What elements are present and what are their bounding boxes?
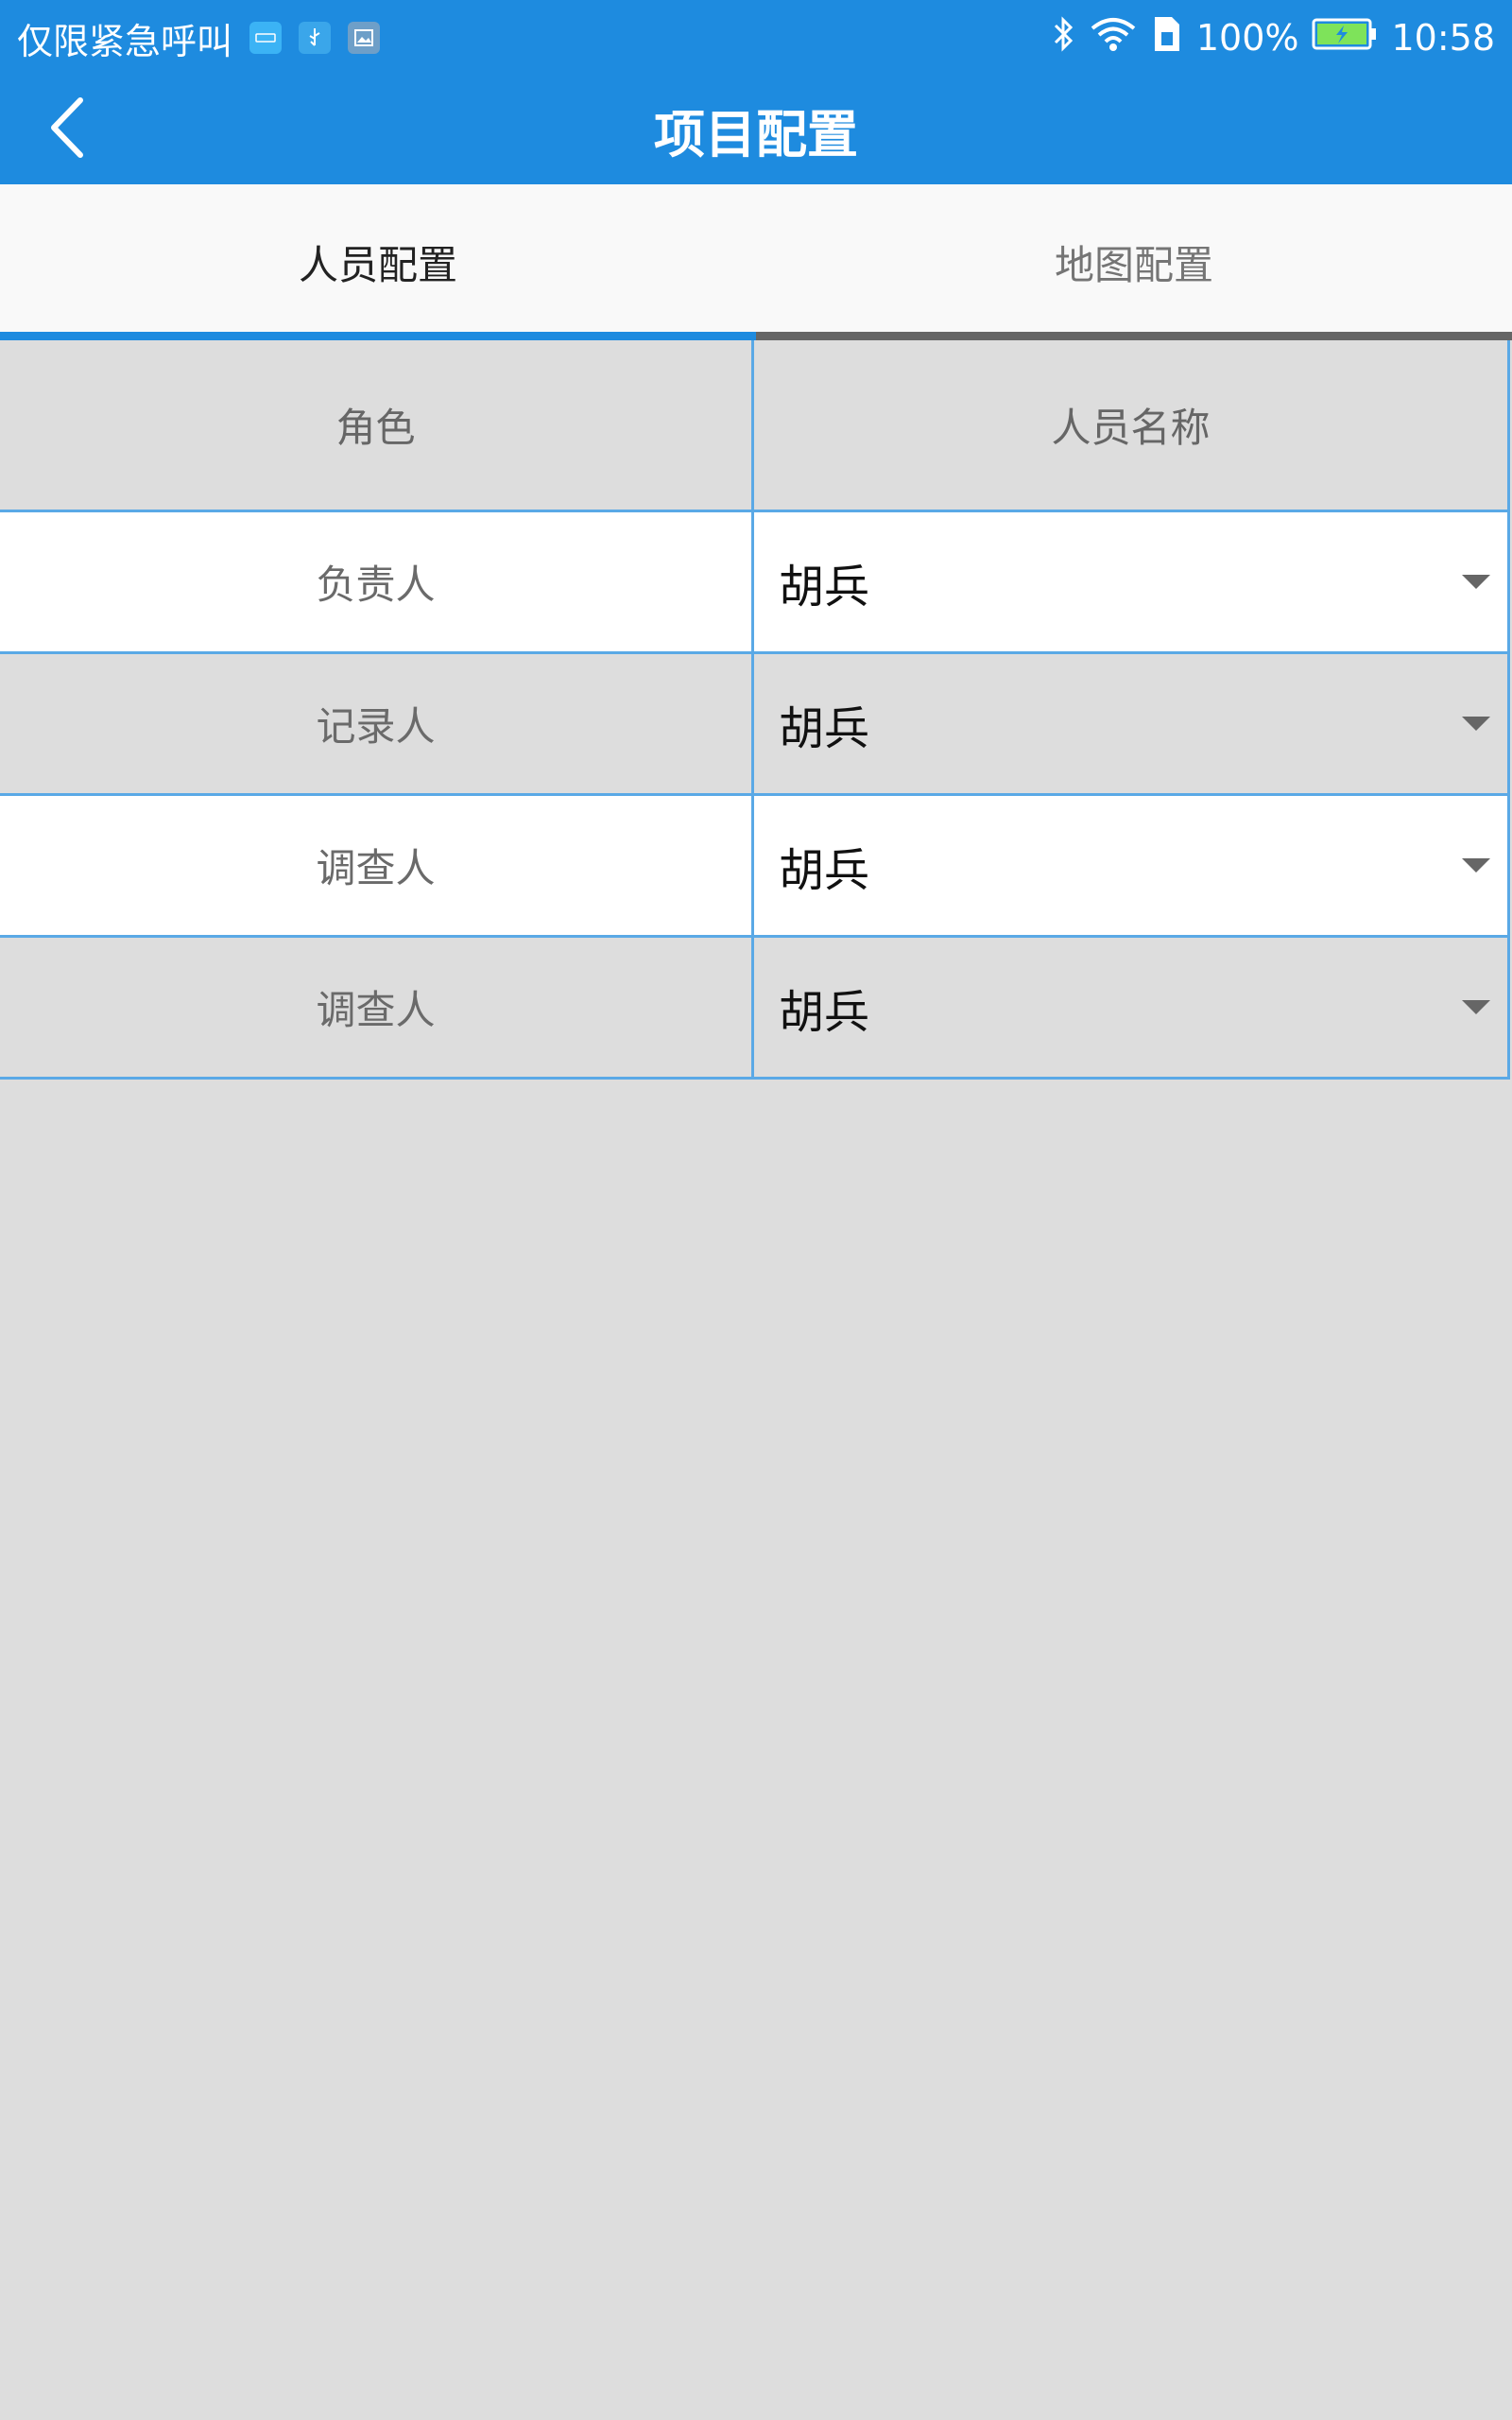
header-cell-person: 人员名称 [754, 340, 1510, 510]
role-cell: 负责人 [0, 512, 754, 651]
status-right: 100% 10:58 [1051, 0, 1495, 76]
tab-personnel-config[interactable]: 人员配置 [0, 184, 756, 340]
dropdown-arrow-icon [1462, 857, 1490, 873]
role-cell: 记录人 [0, 654, 754, 793]
role-cell: 调查人 [0, 938, 754, 1077]
page-title: 项目配置 [654, 105, 858, 164]
chevron-left-icon [46, 96, 88, 163]
tab-label: 人员配置 [298, 242, 457, 288]
header-role-label: 角色 [335, 405, 416, 451]
dropdown-arrow-icon [1462, 716, 1490, 731]
header-person-label: 人员名称 [1051, 405, 1211, 451]
usb-icon [299, 22, 332, 54]
role-label: 负责人 [316, 562, 436, 608]
role-label: 记录人 [316, 703, 436, 750]
person-select[interactable]: 胡兵 [754, 512, 1507, 651]
tab-bar: 人员配置 地图配置 [0, 184, 1512, 340]
image-icon [348, 22, 381, 54]
table-row: 调查人 胡兵 [0, 938, 1510, 1080]
person-select[interactable]: 胡兵 [754, 938, 1507, 1077]
personnel-table: 角色 人员名称 负责人 胡兵 记录人 胡兵 调查人 胡兵 调查人 胡兵 [0, 340, 1510, 1080]
clock: 10:58 [1391, 17, 1495, 59]
app-bar: 项目配置 [0, 76, 1512, 184]
table-row: 负责人 胡兵 [0, 512, 1510, 654]
wifi-icon [1089, 15, 1138, 61]
status-bar: 仅限紧急呼叫 100% 10:58 [0, 0, 1512, 76]
person-select[interactable]: 胡兵 [754, 654, 1507, 793]
person-select[interactable]: 胡兵 [754, 796, 1507, 935]
carrier-status-text: 仅限紧急呼叫 [17, 20, 233, 62]
dropdown-arrow-icon [1462, 574, 1490, 589]
role-label: 调查人 [316, 845, 436, 891]
person-select-value: 胡兵 [779, 560, 870, 614]
person-select-value: 胡兵 [779, 985, 870, 1039]
back-button[interactable] [34, 96, 100, 163]
person-cell: 胡兵 [754, 938, 1510, 1077]
bluetooth-icon [1051, 15, 1075, 61]
tab-map-config[interactable]: 地图配置 [756, 184, 1512, 340]
person-cell: 胡兵 [754, 796, 1510, 935]
tab-indicator [0, 332, 756, 340]
person-cell: 胡兵 [754, 654, 1510, 793]
dropdown-arrow-icon [1462, 999, 1490, 1014]
battery-percent: 100% [1195, 17, 1299, 59]
app-notification-icon [249, 22, 283, 54]
tab-indicator [756, 332, 1512, 340]
table-row: 记录人 胡兵 [0, 654, 1510, 796]
battery-icon [1312, 17, 1378, 59]
role-cell: 调查人 [0, 796, 754, 935]
header-cell-role: 角色 [0, 340, 754, 510]
table-row: 调查人 胡兵 [0, 796, 1510, 938]
person-cell: 胡兵 [754, 512, 1510, 651]
role-label: 调查人 [316, 987, 436, 1033]
person-select-value: 胡兵 [779, 843, 870, 897]
sim-icon [1151, 15, 1183, 61]
person-select-value: 胡兵 [779, 701, 870, 755]
status-left: 仅限紧急呼叫 [17, 0, 381, 76]
tab-label: 地图配置 [1054, 242, 1213, 288]
table-header-row: 角色 人员名称 [0, 340, 1510, 512]
